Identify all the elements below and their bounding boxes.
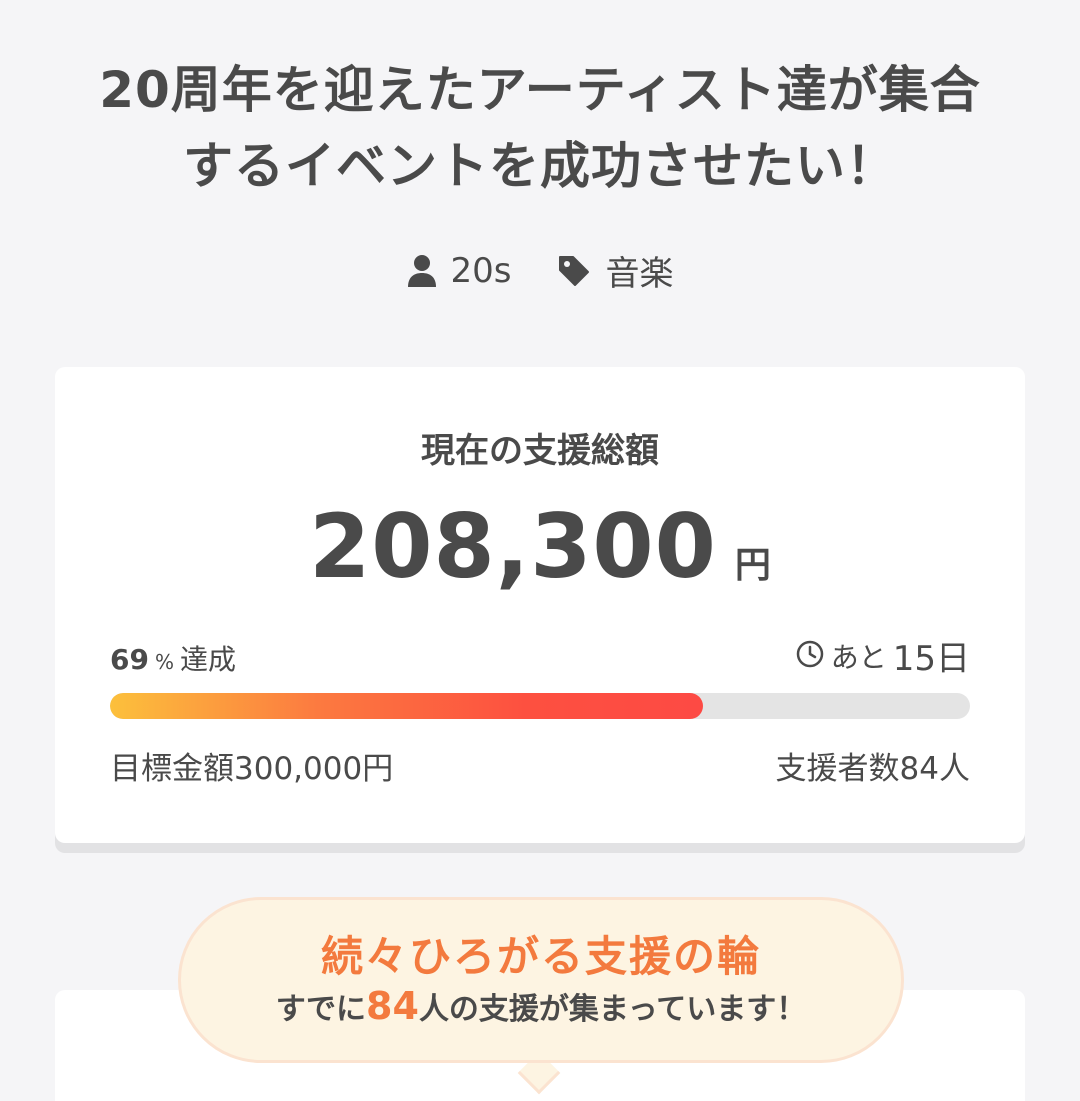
project-page: 20周年を迎えたアーティスト達が集合 するイベントを成功させたい！ 20s 音楽 bbox=[0, 0, 1080, 1101]
tag-icon bbox=[557, 254, 591, 288]
support-banner: 続々ひろがる支援の輪 すでに84人の支援が集まっています！ bbox=[178, 897, 904, 1063]
support-banner-prefix: すでに bbox=[275, 992, 367, 1027]
category-name: 音楽 bbox=[605, 254, 674, 294]
goal-row: 目標金額300,000円 支援者数84人 bbox=[110, 743, 970, 788]
clock-icon bbox=[795, 639, 825, 673]
funding-amount-unit: 円 bbox=[734, 545, 771, 586]
project-title-line1: 20周年を迎えたアーティスト達が集合 bbox=[99, 61, 981, 119]
funding-amount: 208,300 bbox=[309, 495, 717, 598]
owner-link[interactable]: 20s bbox=[407, 250, 512, 291]
owner-name: 20s bbox=[450, 250, 512, 291]
funding-amount-row: 208,300 円 bbox=[55, 495, 1025, 598]
category-link[interactable]: 音楽 bbox=[557, 246, 673, 295]
project-meta: 20s 音楽 bbox=[0, 246, 1080, 295]
achievement-percent-sign: % bbox=[154, 649, 174, 674]
progress-bar bbox=[110, 693, 970, 719]
support-banner-suffix: 人の支援が集まっています！ bbox=[418, 992, 807, 1027]
supporter-count: 支援者数84人 bbox=[775, 751, 970, 787]
support-banner-count: 84 bbox=[366, 984, 419, 1028]
funding-card: 現在の支援総額 208,300 円 69 % 達成 あと 15日 目標金額300… bbox=[55, 367, 1025, 843]
remaining-prefix: あと bbox=[830, 640, 887, 674]
remaining-days: 15日 bbox=[892, 639, 970, 679]
progress-info: 69 % 達成 あと 15日 bbox=[110, 631, 970, 680]
progress-bar-fill bbox=[110, 693, 704, 719]
achievement-percent: 69 bbox=[110, 642, 149, 676]
user-icon bbox=[407, 254, 437, 288]
support-banner-title: 続々ひろがる支援の輪 bbox=[320, 932, 761, 981]
achievement-text: 達成 bbox=[179, 642, 236, 676]
project-title: 20周年を迎えたアーティスト達が集合 するイベントを成功させたい！ bbox=[40, 52, 1040, 204]
achievement-rate: 69 % 達成 bbox=[110, 638, 236, 678]
funding-label: 現在の支援総額 bbox=[421, 431, 659, 471]
remaining-time: あと 15日 bbox=[795, 631, 970, 680]
project-title-line2: するイベントを成功させたい！ bbox=[183, 137, 897, 195]
goal-amount: 目標金額300,000円 bbox=[110, 751, 394, 787]
support-banner-subtitle: すでに84人の支援が集まっています！ bbox=[181, 984, 901, 1032]
